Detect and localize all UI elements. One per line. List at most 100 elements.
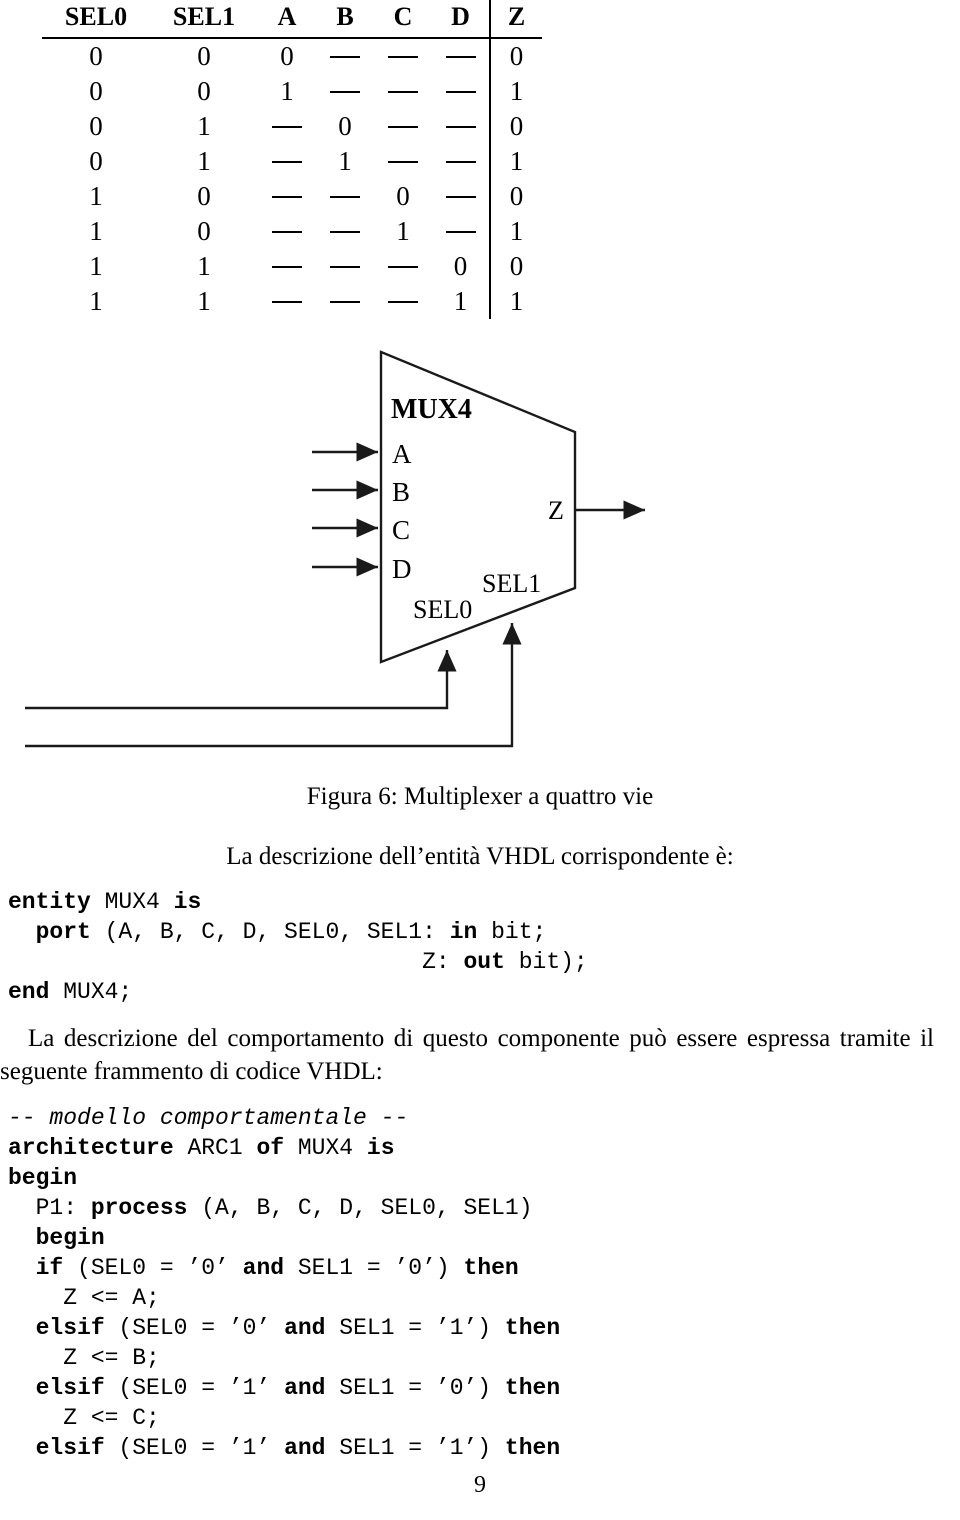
dont-care-dash [388,125,418,128]
page-number: 9 [474,1472,486,1498]
table-cell [432,214,490,249]
vhdl-keyword: and [284,1435,326,1461]
table-cell [316,74,374,109]
table-cell [316,38,374,74]
vhdl-keyword: port [35,919,91,945]
vhdl-keyword: process [90,1195,188,1221]
table-cell: 1 [197,111,211,141]
output-label-z: Z [548,496,564,525]
table-cell [374,284,432,319]
dont-care-dash [272,265,302,268]
table-header-row: SEL0 SEL1 A B C D Z [42,0,542,38]
dont-care-dash [330,90,360,93]
dont-care-dash [272,125,302,128]
table-cell [432,74,490,109]
table-row: 1111 [42,284,542,319]
vhdl-keyword: in [449,919,478,945]
entity-code-block: entity MUX4 is port (A, B, C, D, SEL0, S… [8,889,588,1005]
table-row: 1 0 0 0 [42,179,542,214]
vhdl-keyword: begin [8,1165,78,1191]
table-cell [258,214,316,249]
dont-care-dash [388,160,418,163]
table-cell: 0 [489,249,542,284]
dont-care-dash [445,55,476,58]
dont-care-dash [388,265,418,268]
dont-care-dash [330,265,360,268]
vhdl-keyword: begin [35,1225,105,1251]
dont-care-dash [330,55,360,58]
truth-table-grid: SEL0 SEL1 A B C D Z 00000011010001111000… [42,0,542,319]
dont-care-dash [445,195,476,198]
select-line-sel0 [25,650,457,710]
vhdl-keyword: elsif [35,1315,105,1341]
table-cell [258,144,316,179]
vhdl-keyword: and [242,1255,285,1281]
vhdl-keyword: elsif [35,1435,105,1461]
vhdl-keyword: end [8,979,50,1005]
table-cell [258,284,316,319]
table-cell: 1 [489,74,542,109]
column-header-sel1: SEL1 [172,2,236,31]
table-cell [316,214,374,249]
table-cell: 0 [489,38,542,74]
dont-care-dash [272,230,302,233]
vhdl-keyword: of [256,1135,285,1161]
table-cell: 0 [89,146,103,176]
column-header-sel0: SEL0 [64,2,128,31]
vhdl-keyword: architecture [8,1135,174,1161]
table-cell: 0 [197,181,211,211]
table-cell: 0 [197,216,211,246]
table-cell [374,38,432,74]
dont-care-dash [330,195,360,198]
table-cell: 0 [453,251,468,281]
figure-caption: Figura 6: Multiplexer a quattro vie [306,783,654,810]
vhdl-keyword: then [504,1315,561,1341]
dont-care-dash [272,160,302,163]
column-header-d: D [451,2,470,31]
table-cell [432,38,490,74]
select-label-sel1: SEL1 [482,569,541,598]
table-cell: 1 [197,286,211,316]
vhdl-keyword: if [35,1255,64,1281]
dont-care-dash [445,90,476,93]
table-cell [432,109,490,144]
table-cell: 0 [338,111,352,141]
table-cell: 1 [338,146,352,176]
mux-diagram: MUX4 A B C D Z SEL1 SEL0 [0,340,960,760]
input-label-d: D [392,554,412,584]
table-cell: 1 [489,144,542,179]
table-cell: 1 [197,251,211,281]
column-header-a: A [277,2,297,31]
table-cell [316,179,374,214]
table-cell: 1 [197,146,211,176]
table-row: 0 0 0 0 [42,38,542,74]
table-cell: 1 [396,216,410,246]
table-cell: 0 [197,76,211,106]
truth-table: SEL0 SEL1 A B C D Z 00000011010001111000… [42,0,542,319]
table-cell [316,249,374,284]
table-cell: 0 [489,179,542,214]
table-cell: 0 [280,41,294,71]
dont-care-dash [330,230,360,233]
table-cell: 0 [197,41,211,71]
entity-intro-paragraph: La descrizione dell’entità VHDL corrispo… [226,843,734,870]
table-cell: 1 [89,216,103,246]
table-cell: 0 [489,109,542,144]
table-cell: 0 [89,111,103,141]
table-cell: 0 [89,76,103,106]
behaviour-intro-paragraph: La descrizione del comportamento di ques… [0,1025,934,1085]
table-cell [316,284,374,319]
table-cell [258,109,316,144]
vhdl-keyword: entity [8,889,91,915]
table-cell: 1 [489,284,542,319]
table-cell [374,74,432,109]
vhdl-keyword: elsif [35,1375,105,1401]
select-label-sel0: SEL0 [413,595,472,624]
table-cell [374,144,432,179]
table-row: 0 1 0 0 [42,109,542,144]
vhdl-keyword: and [284,1375,326,1401]
table-cell [374,109,432,144]
table-cell: 1 [280,76,294,106]
dont-care-dash [272,300,302,303]
vhdl-keyword: and [284,1315,326,1341]
